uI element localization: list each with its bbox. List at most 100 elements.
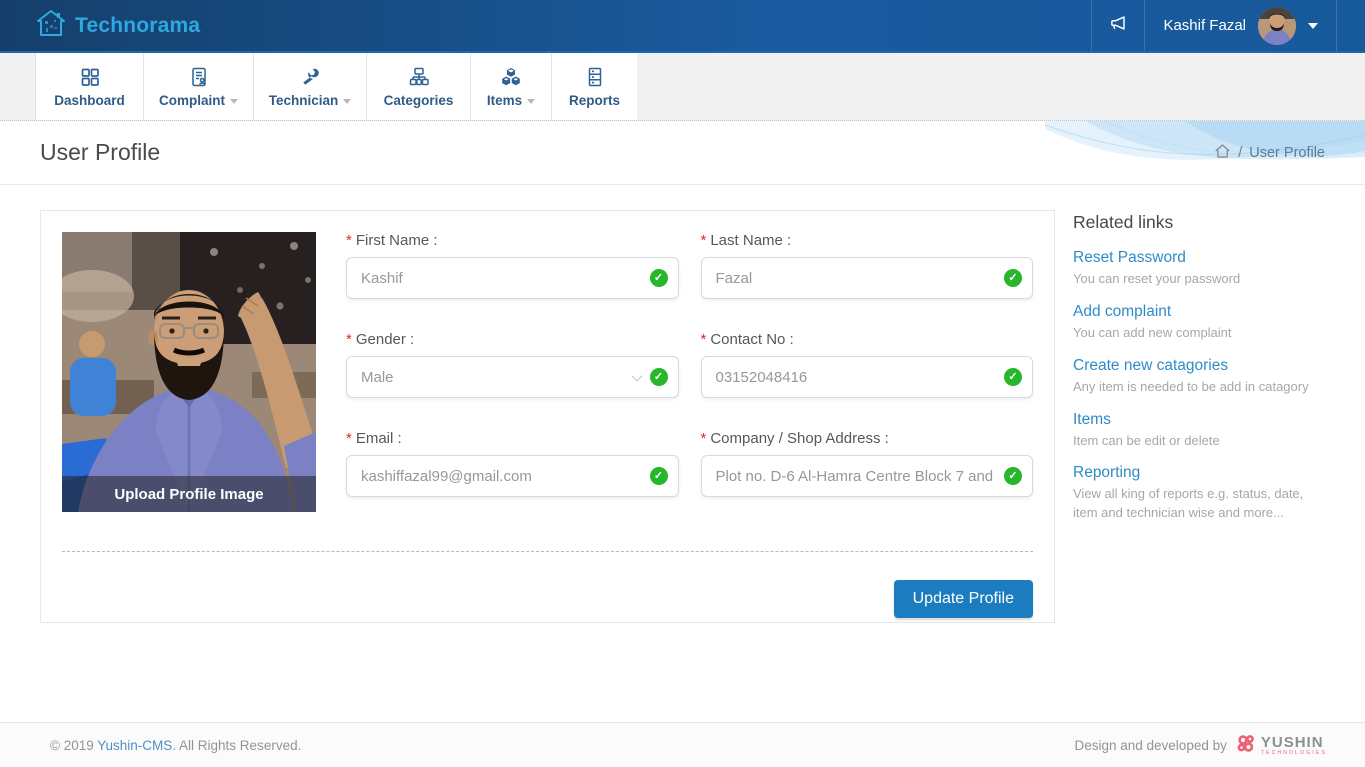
related-link-create-categories: Create new catagories Any item is needed…: [1073, 357, 1330, 397]
technician-wrench-icon: [299, 66, 321, 88]
technorama-house-logo-icon: [35, 7, 67, 44]
yushin-logo: YUSHIN TECHNOLOGIES: [1235, 733, 1327, 758]
breadcrumb-separator: /: [1238, 145, 1242, 161]
breadcrumb: / User Profile: [1214, 143, 1325, 163]
field-label: Last Name :: [710, 232, 791, 249]
yushin-brand-sub: TECHNOLOGIES: [1261, 751, 1327, 756]
valid-check-icon: ✓: [1004, 368, 1022, 386]
gender-select[interactable]: [346, 356, 679, 398]
related-links: Related links Reset Password You can res…: [1073, 210, 1330, 623]
chevron-down-icon: [343, 99, 351, 104]
items-cubes-icon: [500, 66, 522, 88]
add-complaint-link[interactable]: Add complaint: [1073, 303, 1171, 321]
brand-name: Technorama: [75, 14, 200, 38]
items-link[interactable]: Items: [1073, 411, 1111, 429]
page-header: User Profile / User Profile: [0, 121, 1365, 185]
valid-check-icon: ✓: [650, 368, 668, 386]
field-contact-no: *Contact No : ✓: [701, 331, 1034, 398]
tab-items[interactable]: Items: [470, 53, 551, 120]
footer: © 2019 Yushin-CMS. All Rights Reserved. …: [0, 722, 1365, 767]
field-email: *Email : ✓: [346, 430, 679, 497]
related-link-description: You can reset your password: [1073, 270, 1330, 289]
breadcrumb-current: User Profile: [1249, 145, 1325, 161]
valid-check-icon: ✓: [1004, 467, 1022, 485]
yushin-flower-icon: [1235, 733, 1257, 758]
related-links-title: Related links: [1073, 212, 1330, 233]
chevron-down-icon: [527, 99, 535, 104]
tab-complaint[interactable]: Complaint: [143, 53, 253, 120]
page-title: User Profile: [40, 139, 160, 166]
profile-form: *First Name : ✓ *Last Name : ✓ *Gender :: [346, 232, 1033, 529]
email-input[interactable]: [346, 455, 679, 497]
yushin-cms-link[interactable]: Yushin-CMS: [97, 738, 172, 753]
related-link-description: View all king of reports e.g. status, da…: [1073, 485, 1323, 523]
credit-text: Design and developed by: [1074, 738, 1226, 753]
related-link-reporting: Reporting View all king of reports e.g. …: [1073, 464, 1330, 523]
related-link-reset-password: Reset Password You can reset your passwo…: [1073, 249, 1330, 289]
valid-check-icon: ✓: [650, 269, 668, 287]
required-asterisk: *: [701, 232, 707, 249]
tab-label: Dashboard: [54, 93, 125, 108]
tab-reports[interactable]: Reports: [551, 53, 637, 120]
field-label: Gender :: [356, 331, 414, 348]
first-name-input[interactable]: [346, 257, 679, 299]
main-nav-tabs: Dashboard Complaint Technician: [0, 53, 1365, 121]
required-asterisk: *: [701, 430, 707, 447]
valid-check-icon: ✓: [1004, 269, 1022, 287]
required-asterisk: *: [701, 331, 707, 348]
megaphone-icon: [1107, 12, 1129, 39]
copyright-suffix: . All Rights Reserved.: [172, 738, 301, 753]
reports-icon: [584, 66, 606, 88]
field-first-name: *First Name : ✓: [346, 232, 679, 299]
copyright: © 2019 Yushin-CMS. All Rights Reserved.: [50, 738, 301, 753]
tab-dashboard[interactable]: Dashboard: [35, 53, 143, 120]
reporting-link[interactable]: Reporting: [1073, 464, 1140, 482]
required-asterisk: *: [346, 232, 352, 249]
last-name-input[interactable]: [701, 257, 1034, 299]
avatar: [1258, 7, 1296, 45]
field-label: First Name :: [356, 232, 438, 249]
field-company-address: *Company / Shop Address : ✓: [701, 430, 1034, 497]
user-menu[interactable]: Kashif Fazal: [1145, 0, 1336, 51]
user-profile-panel: Upload Profile Image *First Name : ✓ *La…: [40, 210, 1055, 623]
company-address-input[interactable]: [701, 455, 1034, 497]
required-asterisk: *: [346, 331, 352, 348]
field-label: Email :: [356, 430, 402, 447]
form-divider: [62, 551, 1033, 552]
announcements-button[interactable]: [1092, 0, 1144, 51]
field-gender: *Gender : ✓: [346, 331, 679, 398]
tab-label: Categories: [384, 93, 454, 108]
update-profile-button[interactable]: Update Profile: [894, 580, 1033, 618]
chevron-down-icon: [1308, 23, 1318, 29]
upload-caption: Upload Profile Image: [62, 476, 316, 512]
profile-image-upload[interactable]: Upload Profile Image: [62, 232, 316, 512]
tab-label: Complaint: [159, 93, 225, 108]
tab-categories[interactable]: Categories: [366, 53, 470, 120]
valid-check-icon: ✓: [650, 467, 668, 485]
tab-label: Technician: [269, 93, 339, 108]
field-last-name: *Last Name : ✓: [701, 232, 1034, 299]
top-navbar: Technorama Kashif Fazal: [0, 0, 1365, 53]
tab-label: Reports: [569, 93, 620, 108]
user-name: Kashif Fazal: [1163, 17, 1246, 34]
navbar-spacer: [200, 0, 1091, 51]
profile-photo: [62, 232, 316, 512]
yushin-brand-name: YUSHIN: [1261, 735, 1327, 750]
tab-label: Items: [487, 93, 522, 108]
field-label: Contact No :: [710, 331, 793, 348]
categories-sitemap-icon: [408, 66, 430, 88]
complaint-icon: [188, 66, 210, 88]
tab-technician[interactable]: Technician: [253, 53, 366, 120]
dashboard-icon: [79, 66, 101, 88]
field-label: Company / Shop Address :: [710, 430, 888, 447]
contact-no-input[interactable]: [701, 356, 1034, 398]
reset-password-link[interactable]: Reset Password: [1073, 249, 1186, 267]
related-link-description: Any item is needed to be add in catagory: [1073, 378, 1330, 397]
create-categories-link[interactable]: Create new catagories: [1073, 357, 1228, 375]
brand[interactable]: Technorama: [0, 0, 200, 51]
home-icon[interactable]: [1214, 143, 1231, 163]
related-link-description: You can add new complaint: [1073, 324, 1330, 343]
related-link-description: Item can be edit or delete: [1073, 432, 1330, 451]
copyright-prefix: © 2019: [50, 738, 97, 753]
related-link-items: Items Item can be edit or delete: [1073, 411, 1330, 451]
